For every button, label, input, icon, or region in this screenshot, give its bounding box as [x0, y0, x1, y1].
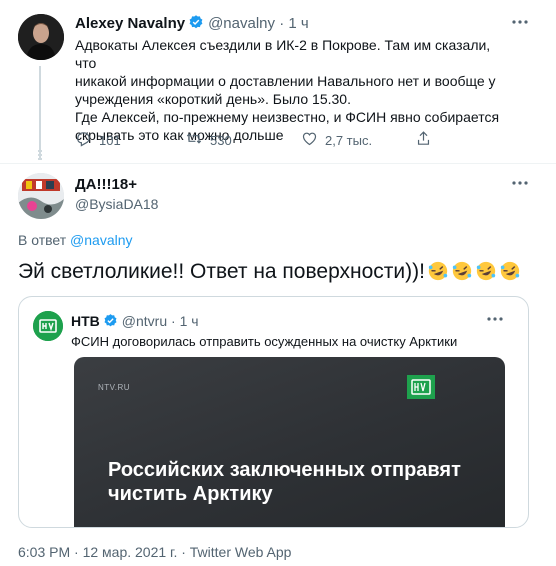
more-icon[interactable]	[485, 309, 505, 334]
tweet-line: Адвокаты Алексея съездили в ИК-2 в Покро…	[75, 37, 491, 71]
quoted-tweet-card[interactable]: НТВ @ntvru · 1 ч ФСИН договорилась отправ…	[18, 296, 529, 528]
quoted-tweet-header: НТВ @ntvru · 1 ч	[71, 313, 199, 331]
reply-context: В ответ @navalny	[18, 232, 133, 248]
reply-button[interactable]: 101	[75, 130, 121, 150]
quoted-tweet-text: ФСИН договорилась отправить осужденных н…	[71, 334, 458, 349]
more-icon[interactable]	[510, 12, 530, 37]
tweet-line: учреждения «короткий день». Было 15.30.	[75, 91, 351, 107]
author-handle[interactable]: @navalny	[208, 15, 275, 32]
quoted-author-handle[interactable]: @ntvru	[122, 313, 167, 329]
verified-icon	[188, 14, 204, 34]
laughing-emoji	[451, 260, 473, 290]
author-name[interactable]: Alexey Navalny	[75, 15, 185, 32]
reply-count: 101	[99, 132, 121, 148]
retweet-icon	[185, 130, 203, 150]
share-button[interactable]	[415, 130, 432, 150]
avatar-bysiada18[interactable]	[18, 173, 64, 219]
tweet-line: Где Алексей, по-прежнему неизвестно, и Ф…	[75, 109, 500, 125]
separator-dot: ·	[171, 313, 176, 329]
like-button[interactable]: 2,7 тыс.	[301, 130, 372, 150]
thread-line	[39, 66, 41, 158]
share-icon	[415, 130, 432, 150]
ntv-avatar[interactable]	[33, 311, 63, 341]
reply-prefix: В ответ	[18, 232, 67, 248]
tweet1-text: Адвокаты Алексея съездили в ИК-2 в Покро…	[75, 36, 505, 144]
tweet2-text-block: Эй светлоликие!! Ответ на поверхности))!	[18, 258, 521, 290]
tweet-divider	[0, 163, 556, 164]
like-count: 2,7 тыс.	[325, 132, 373, 148]
avatar-alexey-navalny[interactable]	[18, 14, 64, 60]
retweet-button[interactable]: 530	[185, 130, 232, 150]
quoted-author-name[interactable]: НТВ	[71, 313, 100, 329]
verified-icon	[103, 313, 118, 331]
author-name[interactable]: ДА!!!18+	[75, 176, 137, 193]
quoted-tweet-image[interactable]: NTV.RU Российских заключенных отправят ч…	[74, 357, 505, 527]
thread-line-dots	[38, 150, 42, 162]
more-icon[interactable]	[510, 173, 530, 198]
reply-mention-link[interactable]: @navalny	[70, 232, 132, 248]
tweet-timestamp-footer[interactable]: 6:03 PM · 12 мар. 2021 г. · Twitter Web …	[18, 544, 291, 560]
laughing-emoji	[475, 260, 497, 290]
laughing-emoji	[427, 260, 449, 290]
ntv-logo	[407, 375, 435, 399]
tweet-line: скрывать это как можно дольше	[75, 127, 284, 143]
retweet-count: 530	[210, 132, 232, 148]
reply-icon	[75, 130, 92, 150]
tweet-line: никакой информации о доставлении Навальн…	[75, 73, 496, 89]
image-headline: Российских заключенных отправят чистить …	[108, 459, 461, 505]
tweet2-text: Эй светлоликие!! Ответ на поверхности))!	[18, 260, 425, 283]
tweet1-header: Alexey Navalny @navalny · 1 ч	[75, 14, 309, 34]
author-handle[interactable]: @BysiaDA18	[75, 196, 158, 212]
separator-dot: ·	[279, 15, 285, 32]
like-icon	[301, 130, 318, 150]
laughing-emoji	[499, 260, 521, 290]
quoted-tweet-time[interactable]: 1 ч	[180, 313, 199, 329]
tweet-time[interactable]: 1 ч	[288, 15, 308, 32]
image-source-label: NTV.RU	[98, 383, 131, 392]
emoji-group	[427, 260, 521, 290]
